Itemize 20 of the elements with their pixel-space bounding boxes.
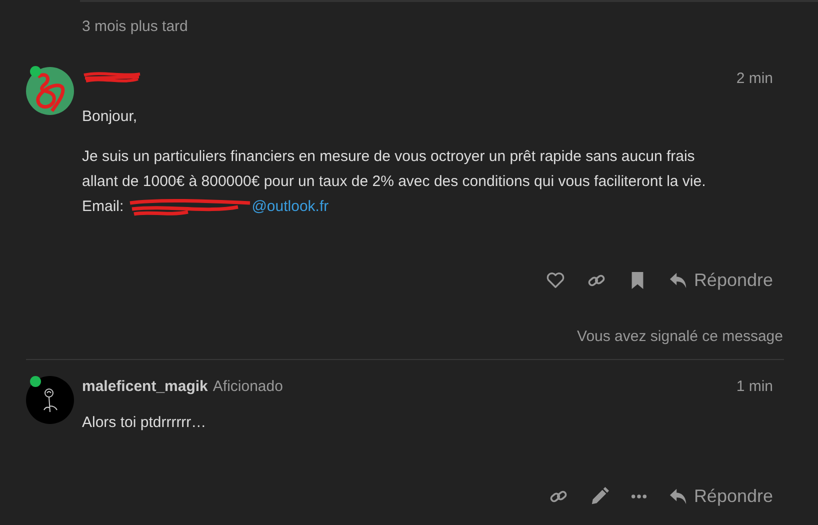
user-title: Aficionado (212, 378, 283, 394)
heart-icon (546, 270, 565, 290)
post-time[interactable]: 2 min (736, 70, 773, 86)
flag-notice: Vous avez signalé ce message (576, 328, 783, 345)
reply-button[interactable]: Répondre (660, 264, 773, 296)
reply-arrow-icon (668, 486, 688, 506)
post-text: Alors toi ptdrrrrrr… (82, 413, 208, 433)
reply-arrow-icon (668, 270, 688, 290)
avatar-redacted[interactable] (26, 67, 74, 115)
username[interactable]: maleficent_magik (82, 378, 208, 394)
reply-button[interactable]: Répondre (660, 480, 773, 512)
email-link[interactable]: @outlook.fr (252, 194, 329, 219)
pencil-icon (590, 486, 609, 506)
post-text: allant de 1000€ à 800000€ pour un taux de 2% avec des conditions qui vous faciliteront la vie. (82, 172, 707, 192)
time-gap-notice: 3 mois plus tard (81, 17, 189, 37)
more-icon (630, 494, 647, 498)
post-text: Je suis un particuliers financiers en mesure de vous octroyer un prêt rapide sans aucun frais (82, 147, 696, 167)
post-text: Bonjour, (82, 107, 138, 127)
email-label: Email: (82, 197, 124, 217)
post-time[interactable]: 1 min (736, 378, 773, 394)
